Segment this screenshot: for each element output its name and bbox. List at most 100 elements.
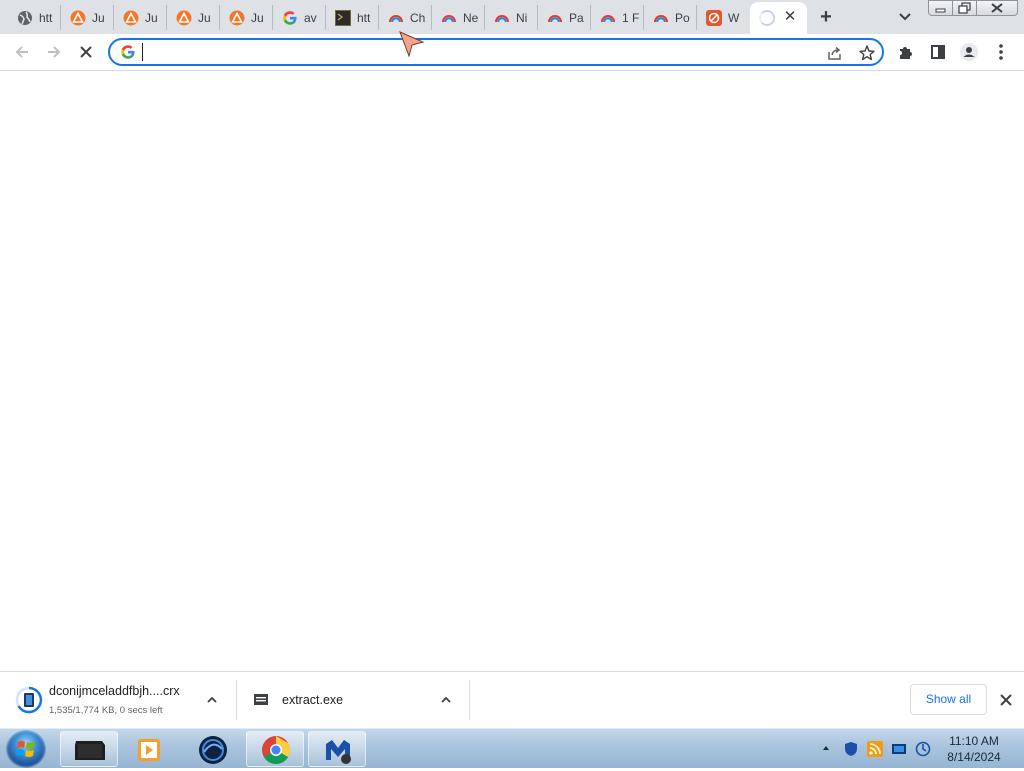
download-status: 1,535/1,774 KB, 0 secs left (49, 705, 163, 716)
feed-tray-icon[interactable] (867, 741, 883, 757)
url-input[interactable] (142, 43, 805, 61)
tab-0[interactable]: htt (8, 5, 61, 30)
download-item-exe[interactable]: extract.exe (237, 672, 469, 728)
close-shelf-button[interactable] (998, 692, 1014, 708)
taskbar: 11:10 AM 8/14/2024 (0, 728, 1024, 768)
download-filename: dconijmceladdfbjh....crx (49, 684, 180, 698)
google-icon (120, 44, 136, 60)
window-close-button[interactable] (976, 0, 1018, 16)
mouse-pointer-icon (398, 30, 426, 58)
rainbow-icon (547, 10, 563, 26)
clock-time[interactable]: 11:10 AM (940, 734, 1008, 748)
new-tab-button[interactable]: + (815, 7, 837, 29)
extensions-button[interactable] (896, 42, 916, 62)
kebab-menu-icon (999, 44, 1003, 60)
restore-icon (958, 2, 971, 14)
clock-date[interactable]: 8/14/2024 (940, 750, 1008, 764)
tab-label: htt (357, 10, 371, 25)
taskbar-app-media[interactable] (120, 731, 178, 767)
tab-9[interactable]: Ni (485, 5, 538, 30)
menu-button[interactable] (991, 42, 1011, 62)
rainbow-icon (600, 10, 616, 26)
jupyter-alert-icon (70, 10, 86, 26)
minimize-button[interactable] (928, 0, 953, 16)
chrome-icon (262, 736, 290, 764)
tab-active[interactable]: ✕ (750, 2, 807, 34)
monitor-tray-icon[interactable] (891, 741, 907, 757)
blocked-icon (706, 9, 722, 26)
tab-12[interactable]: Po (644, 5, 697, 30)
restore-button[interactable] (952, 0, 977, 16)
show-all-button[interactable]: Show all (910, 684, 987, 715)
tab-13[interactable]: W (697, 5, 750, 30)
tab-1[interactable]: Ju (61, 5, 114, 30)
tab-11[interactable]: 1 F (591, 5, 644, 30)
tab-label: Ju (198, 10, 211, 25)
side-panel-icon (931, 45, 945, 59)
minimize-icon (935, 8, 946, 13)
chevron-up-icon[interactable] (205, 693, 219, 707)
media-player-icon (138, 739, 160, 761)
tab-7[interactable]: Ch (379, 5, 432, 30)
tab-label: Po (675, 10, 690, 25)
star-icon (859, 45, 875, 61)
crx-download-icon (15, 686, 43, 714)
tray-expand-chevron-icon[interactable] (821, 742, 831, 752)
stop-loading-button[interactable] (76, 42, 96, 62)
tab-strip: htt Ju Ju Ju Ju av htt Ch Ne Ni Pa 1 F P… (0, 0, 1024, 34)
chevron-up-icon[interactable] (439, 693, 453, 707)
taskbar-app-malwarebytes[interactable] (308, 731, 366, 767)
close-tab-button[interactable]: ✕ (783, 9, 797, 24)
tab-10[interactable]: Pa (538, 5, 591, 30)
back-button[interactable] (12, 42, 32, 62)
tab-label: W (728, 10, 740, 25)
tab-label: Ne (463, 10, 479, 25)
tab-4[interactable]: Ju (220, 5, 273, 30)
download-shelf: dconijmceladdfbjh....crx 1,535/1,774 KB,… (0, 671, 1024, 728)
share-button[interactable] (826, 44, 844, 62)
tab-label: Ju (251, 10, 264, 25)
tab-label: Ju (145, 10, 158, 25)
jupyter-alert-icon (123, 10, 139, 26)
loading-spinner-icon (759, 10, 775, 26)
malwarebytes-icon (326, 740, 351, 764)
chevron-down-icon (899, 13, 911, 21)
tab-3[interactable]: Ju (167, 5, 220, 30)
network-tray-icon[interactable] (915, 741, 931, 757)
tab-6[interactable]: htt (326, 5, 379, 30)
rainbow-icon (494, 10, 510, 26)
address-bar[interactable] (108, 38, 884, 66)
browser-toolbar (0, 34, 1024, 71)
close-icon (991, 3, 1003, 13)
bookmark-star-button[interactable] (858, 44, 876, 62)
forward-button[interactable] (44, 42, 64, 62)
taskbar-app-browser[interactable] (184, 731, 242, 767)
download-filename: extract.exe (282, 693, 344, 707)
avatar-icon (960, 43, 978, 61)
jupyter-alert-icon (229, 10, 245, 26)
taskbar-app-terminal[interactable] (60, 731, 118, 767)
terminal-favicon-icon (335, 9, 351, 26)
close-icon (1000, 694, 1012, 706)
tab-5[interactable]: av (273, 5, 326, 30)
tab-label: Ju (92, 10, 105, 25)
tab-8[interactable]: Ne (432, 5, 485, 30)
arrow-right-icon (48, 46, 61, 58)
terminal-app-icon (75, 741, 105, 760)
profile-button[interactable] (959, 42, 979, 62)
browser-globe-icon (199, 736, 227, 764)
puzzle-icon (900, 47, 912, 59)
share-icon (828, 46, 841, 60)
tab-2[interactable]: Ju (114, 5, 167, 30)
download-item-crx[interactable]: dconijmceladdfbjh....crx 1,535/1,774 KB,… (0, 672, 236, 728)
start-button[interactable] (6, 730, 46, 768)
taskbar-app-chrome[interactable] (246, 731, 304, 767)
shield-tray-icon[interactable] (843, 741, 859, 757)
exe-file-icon (253, 692, 269, 708)
tab-search-button[interactable] (895, 8, 915, 26)
side-panel-button[interactable] (928, 42, 948, 62)
rainbow-icon (653, 10, 669, 26)
page-content-blank (0, 71, 1024, 671)
jupyter-alert-icon (176, 10, 192, 26)
arrow-left-icon (15, 46, 28, 58)
